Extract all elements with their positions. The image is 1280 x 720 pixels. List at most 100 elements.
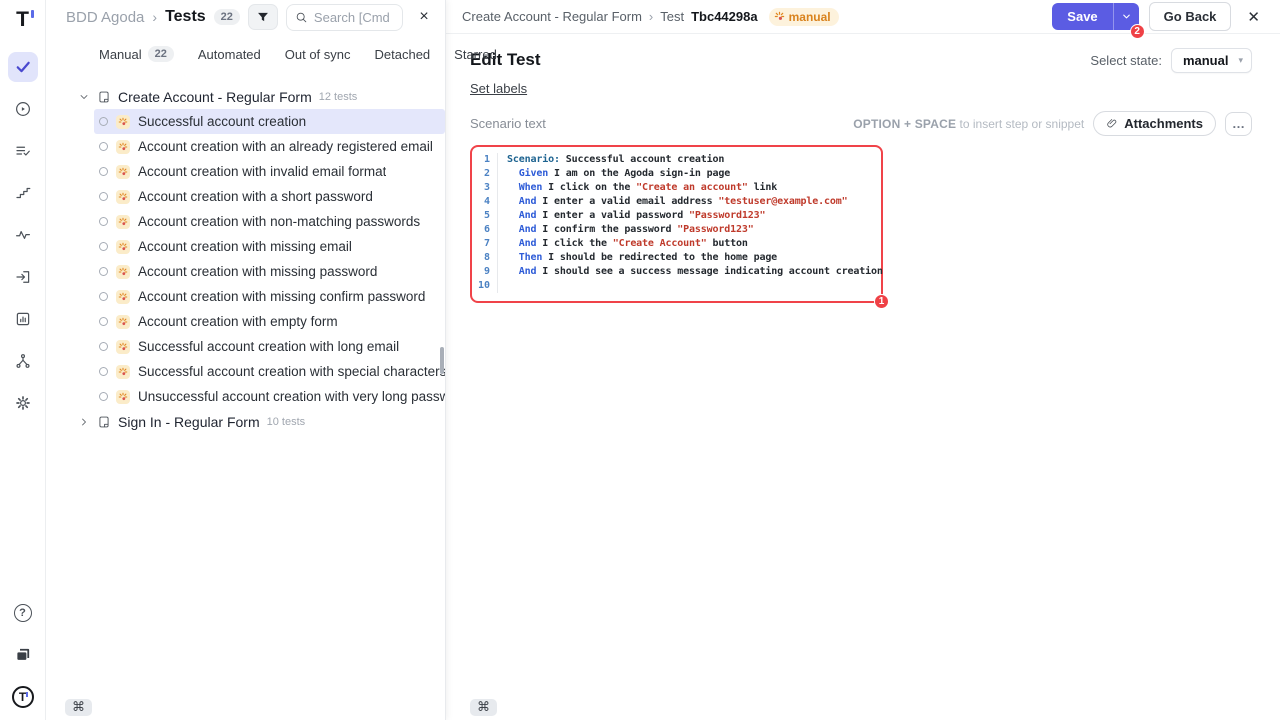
breadcrumb-project[interactable]: BDD Agoda bbox=[66, 9, 144, 26]
tests-count-badge: 22 bbox=[214, 9, 240, 25]
rail-item-runs[interactable] bbox=[8, 94, 38, 124]
rail-item-branches[interactable] bbox=[8, 346, 38, 376]
test-state-circle bbox=[99, 342, 108, 351]
suite-meta: 12 tests bbox=[319, 91, 358, 103]
test-name: Account creation with an already registe… bbox=[138, 139, 433, 154]
test-row[interactable]: Account creation with missing confirm pa… bbox=[94, 284, 445, 309]
test-state-circle bbox=[99, 242, 108, 251]
tests-panel-header: BDD Agoda › Tests 22 × bbox=[46, 0, 445, 34]
manual-test-icon bbox=[116, 340, 130, 354]
tab-manual[interactable]: Manual 22 bbox=[99, 46, 174, 62]
edit-test-header: Create Account - Regular Form › Test Tbc… bbox=[446, 0, 1280, 34]
rail-item-analytics[interactable] bbox=[8, 304, 38, 334]
manual-test-icon bbox=[116, 115, 130, 129]
account-logo-icon: T bbox=[12, 686, 34, 708]
close-icon[interactable]: ✕ bbox=[1241, 6, 1266, 28]
state-select[interactable]: manual ▾ bbox=[1171, 48, 1252, 73]
manual-burst-icon bbox=[774, 11, 785, 22]
test-name: Account creation with missing confirm pa… bbox=[138, 289, 425, 304]
rail-item-tests[interactable] bbox=[8, 52, 38, 82]
test-row[interactable]: Account creation with an already registe… bbox=[94, 134, 445, 159]
test-row[interactable]: Successful account creation with long em… bbox=[94, 334, 445, 359]
rail-item-pulse[interactable] bbox=[8, 220, 38, 250]
test-name: Unsuccessful account creation with very … bbox=[138, 389, 445, 404]
tab-detached[interactable]: Detached bbox=[375, 47, 431, 62]
code-line[interactable]: 4 And I enter a valid email address "tes… bbox=[476, 195, 875, 209]
rail-item-projects[interactable] bbox=[8, 640, 38, 670]
code-line[interactable]: 3 When I click on the "Create an account… bbox=[476, 181, 875, 195]
chevron-down-icon bbox=[78, 91, 90, 103]
more-options-button[interactable]: … bbox=[1225, 112, 1252, 136]
test-row[interactable]: Unsuccessful account creation with very … bbox=[94, 384, 445, 409]
suite-file-icon bbox=[97, 90, 111, 104]
rail-item-settings[interactable] bbox=[8, 388, 38, 418]
test-row[interactable]: Account creation with missing password bbox=[94, 259, 445, 284]
go-back-button[interactable]: Go Back bbox=[1149, 2, 1232, 31]
line-number: 10 bbox=[476, 279, 498, 293]
breadcrumb-separator: › bbox=[152, 9, 157, 25]
line-number: 3 bbox=[476, 181, 498, 195]
rail-item-help[interactable]: ? bbox=[8, 598, 38, 628]
scenario-editor[interactable]: 1Scenario: Successful account creation2 … bbox=[470, 145, 883, 303]
manual-test-icon bbox=[116, 265, 130, 279]
test-row[interactable]: Account creation with missing email bbox=[94, 234, 445, 259]
rail-item-steps[interactable] bbox=[8, 178, 38, 208]
edit-test-panel: Create Account - Regular Form › Test Tbc… bbox=[446, 0, 1280, 720]
rail-item-account[interactable]: T bbox=[8, 682, 38, 712]
test-row[interactable]: Account creation with invalid email form… bbox=[94, 159, 445, 184]
code-line[interactable]: 10 bbox=[476, 279, 875, 293]
code-line[interactable]: 2 Given I am on the Agoda sign-in page bbox=[476, 167, 875, 181]
manual-test-icon bbox=[116, 390, 130, 404]
funnel-icon bbox=[256, 10, 270, 24]
test-row[interactable]: Account creation with empty form bbox=[94, 309, 445, 334]
suite-row-create-account[interactable]: Create Account - Regular Form 12 tests bbox=[46, 84, 445, 109]
code-text: Scenario: Successful account creation bbox=[498, 153, 724, 167]
rail-item-plans[interactable] bbox=[8, 136, 38, 166]
state-select-value: manual bbox=[1183, 53, 1229, 68]
test-row[interactable]: Successful account creation bbox=[94, 109, 445, 134]
test-name: Successful account creation with special… bbox=[138, 364, 445, 379]
tab-automated[interactable]: Automated bbox=[198, 47, 261, 62]
stairs-icon bbox=[14, 184, 32, 202]
test-row[interactable]: Account creation with a short password bbox=[94, 184, 445, 209]
code-line[interactable]: 6 And I confirm the password "Password12… bbox=[476, 223, 875, 237]
code-line[interactable]: 5 And I enter a valid password "Password… bbox=[476, 209, 875, 223]
rail-item-import[interactable] bbox=[8, 262, 38, 292]
line-number: 2 bbox=[476, 167, 498, 181]
scrollbar-thumb[interactable] bbox=[440, 347, 444, 374]
tab-starred[interactable]: Starred bbox=[454, 47, 497, 62]
folders-icon bbox=[14, 646, 32, 664]
search-box[interactable] bbox=[286, 4, 403, 31]
sign-in-box-icon bbox=[14, 268, 32, 286]
test-row[interactable]: Successful account creation with special… bbox=[94, 359, 445, 384]
code-line[interactable]: 8 Then I should be redirected to the hom… bbox=[476, 251, 875, 265]
set-labels-link[interactable]: Set labels bbox=[470, 81, 527, 96]
breadcrumb-parent[interactable]: Create Account - Regular Form bbox=[462, 9, 642, 24]
suite-name: Create Account - Regular Form bbox=[118, 89, 312, 105]
tests-filter-tabs: Manual 22 Automated Out of sync Detached… bbox=[46, 34, 445, 74]
line-number: 5 bbox=[476, 209, 498, 223]
test-state-circle bbox=[99, 317, 108, 326]
test-state-circle bbox=[99, 367, 108, 376]
manual-test-icon bbox=[116, 365, 130, 379]
search-input[interactable] bbox=[314, 10, 394, 25]
suite-row-sign-in[interactable]: Sign In - Regular Form 10 tests bbox=[46, 409, 445, 434]
code-line[interactable]: 1Scenario: Successful account creation bbox=[476, 153, 875, 167]
save-split-button: Save 2 bbox=[1052, 3, 1138, 30]
code-line[interactable]: 7 And I click the "Create Account" butto… bbox=[476, 237, 875, 251]
code-text: Then I should be redirected to the home … bbox=[498, 251, 777, 265]
test-state-circle bbox=[99, 117, 108, 126]
attachments-button[interactable]: Attachments bbox=[1093, 111, 1216, 136]
test-row[interactable]: Account creation with non-matching passw… bbox=[94, 209, 445, 234]
line-number: 4 bbox=[476, 195, 498, 209]
test-name: Successful account creation with long em… bbox=[138, 339, 399, 354]
code-line[interactable]: 9 And I should see a success message ind… bbox=[476, 265, 875, 279]
filter-button[interactable] bbox=[248, 4, 278, 30]
app-logo[interactable]: T bbox=[16, 8, 29, 32]
tab-out-of-sync[interactable]: Out of sync bbox=[285, 47, 351, 62]
play-circle-icon bbox=[14, 100, 32, 118]
save-button[interactable]: Save bbox=[1052, 3, 1112, 30]
attachments-label: Attachments bbox=[1124, 116, 1203, 131]
breadcrumb: Create Account - Regular Form › Test Tbc… bbox=[462, 8, 839, 26]
panel-close-button[interactable]: × bbox=[411, 4, 437, 30]
